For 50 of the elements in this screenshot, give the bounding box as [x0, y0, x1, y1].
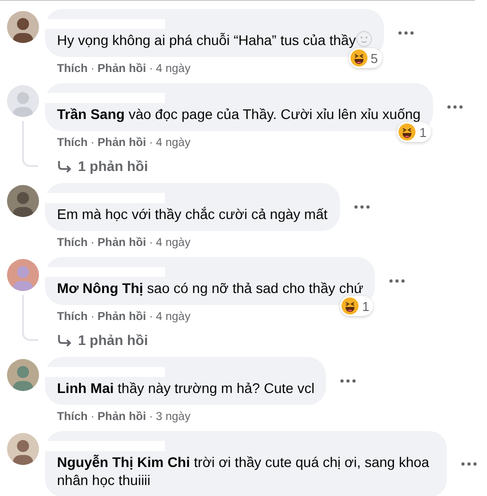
separator-dot: ·: [90, 410, 95, 425]
more-options-icon[interactable]: [446, 105, 463, 109]
timestamp: 4 ngày: [156, 310, 190, 325]
timestamp: 4 ngày: [156, 136, 190, 151]
separator-dot: ·: [90, 136, 95, 151]
separator-dot: ·: [149, 62, 153, 77]
reaction-badge[interactable]: 1: [340, 296, 374, 316]
haha-emoji-icon: [341, 297, 360, 315]
separator-dot: ·: [149, 136, 153, 151]
like-link[interactable]: Thích: [57, 136, 88, 151]
view-replies-link[interactable]: 1 phản hồi: [57, 331, 148, 349]
reply-link[interactable]: Phản hồi: [98, 136, 146, 151]
separator-dot: ·: [149, 410, 153, 425]
comment-text: Linh Mai thầy này trường m hả? Cute vcl: [57, 379, 314, 397]
reply-link[interactable]: Phản hồi: [98, 236, 146, 251]
reaction-badge[interactable]: 5: [348, 48, 382, 68]
comment-text: Mơ Nông Thị sao có ng nỡ thả sad cho thầy chứ: [57, 279, 364, 297]
thread-line: [22, 121, 38, 167]
timestamp: 3 ngày: [156, 410, 190, 425]
separator-dot: ·: [149, 310, 153, 325]
more-options-icon[interactable]: [461, 462, 477, 466]
comment-text: Nguyễn Thị Kim Chi trời ơi thầy cute quá chị ơi, sang khoa nhân học thuiiii: [57, 453, 430, 489]
view-replies-link[interactable]: 1 phản hồi: [57, 157, 148, 175]
comment-text: Hy vọng không ai phá chuỗi “Haha” tus của thầy: [57, 31, 372, 49]
like-link[interactable]: Thích: [57, 310, 88, 325]
more-options-icon[interactable]: [389, 279, 406, 283]
haha-emoji-icon: [398, 123, 416, 141]
reply-link[interactable]: Phản hồi: [98, 310, 146, 325]
like-link[interactable]: Thích: [57, 62, 88, 77]
haha-emoji-icon: [350, 49, 368, 67]
separator-dot: ·: [90, 236, 95, 251]
timestamp: 4 ngày: [156, 62, 190, 77]
separator-dot: ·: [90, 62, 95, 77]
separator-dot: ·: [149, 236, 153, 251]
like-link[interactable]: Thích: [57, 410, 88, 425]
more-options-icon[interactable]: [354, 205, 370, 209]
thread-line: [22, 295, 38, 341]
reply-arrow-icon: [57, 160, 72, 172]
reply-link[interactable]: Phản hồi: [98, 62, 146, 77]
more-options-icon[interactable]: [398, 31, 414, 35]
like-link[interactable]: Thích: [57, 236, 88, 251]
more-options-icon[interactable]: [340, 379, 356, 383]
reply-arrow-icon: [57, 334, 72, 346]
comment-text: Trần Sang vào đọc page của Thầy. Cười xỉu lên xỉu xuống: [57, 105, 421, 123]
reaction-badge[interactable]: 1: [397, 122, 431, 142]
smiley-emoji-icon: [356, 31, 372, 47]
reply-link[interactable]: Phản hồi: [98, 410, 146, 425]
comment-text: Em mà học với thầy chắc cười cả ngày mất: [57, 205, 328, 223]
separator-dot: ·: [90, 310, 95, 325]
timestamp: 4 ngày: [156, 236, 190, 251]
